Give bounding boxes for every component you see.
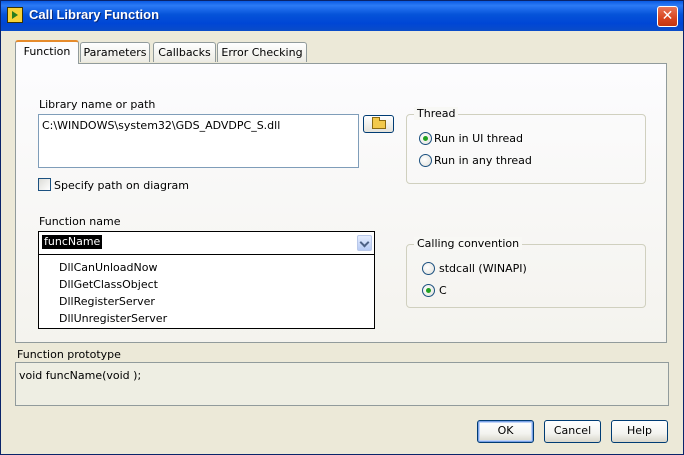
specify-path-label: Specify path on diagram	[54, 179, 189, 192]
calling-convention-groupbox	[406, 244, 646, 308]
stdcall-label: stdcall (WINAPI)	[439, 262, 527, 275]
close-button[interactable]: ✕	[657, 6, 678, 27]
run-in-ui-thread-label: Run in UI thread	[434, 132, 523, 145]
tab-error-checking[interactable]: Error Checking	[217, 42, 307, 62]
specify-path-checkbox[interactable]	[38, 178, 51, 191]
title-bar[interactable]: Call Library Function ✕	[1, 1, 683, 31]
chevron-down-icon	[359, 237, 370, 248]
labview-app-icon	[7, 7, 23, 23]
thread-group-title: Thread	[414, 107, 459, 120]
folder-open-icon	[372, 117, 386, 129]
cancel-button[interactable]: Cancel	[544, 420, 601, 443]
list-item[interactable]: DllCanUnloadNow	[59, 259, 157, 276]
radio-selected-dot	[426, 288, 431, 293]
window-title: Call Library Function	[29, 7, 160, 22]
list-item[interactable]: DllGetClassObject	[59, 276, 158, 293]
function-prototype-label: Function prototype	[17, 348, 121, 361]
dropdown-button[interactable]	[357, 235, 372, 251]
function-name-dropdown-list: DllCanUnloadNow DllGetClassObject DllReg…	[38, 255, 375, 329]
function-name-label: Function name	[39, 215, 121, 228]
list-item[interactable]: DllRegisterServer	[59, 293, 155, 310]
radio-selected-dot	[423, 136, 428, 141]
ok-button[interactable]: OK	[477, 420, 534, 443]
c-convention-label: C	[439, 284, 447, 297]
list-item[interactable]: DllUnregisterServer	[59, 310, 167, 327]
thread-groupbox	[406, 114, 646, 184]
library-path-label: Library name or path	[39, 98, 156, 111]
run-in-any-thread-label: Run in any thread	[434, 154, 532, 167]
function-prototype-display: void funcName(void );	[15, 362, 669, 406]
browse-button[interactable]	[363, 115, 394, 133]
library-path-input[interactable]: C:\WINDOWS\system32\GDS_ADVDPC_S.dll	[38, 114, 359, 168]
tab-callbacks[interactable]: Callbacks	[153, 42, 216, 62]
tab-function[interactable]: Function	[15, 40, 79, 64]
run-in-any-thread-radio[interactable]	[419, 154, 432, 167]
call-library-function-dialog: Call Library Function ✕ Function Paramet…	[0, 0, 684, 455]
c-convention-radio[interactable]	[422, 284, 435, 297]
help-button[interactable]: Help	[611, 420, 668, 443]
calling-convention-group-title: Calling convention	[414, 237, 523, 250]
stdcall-radio[interactable]	[422, 262, 435, 275]
function-name-value[interactable]: funcName	[42, 235, 103, 249]
function-name-combobox[interactable]: funcName	[38, 231, 375, 255]
run-in-ui-thread-radio[interactable]	[419, 132, 432, 145]
tab-parameters[interactable]: Parameters	[80, 42, 150, 62]
